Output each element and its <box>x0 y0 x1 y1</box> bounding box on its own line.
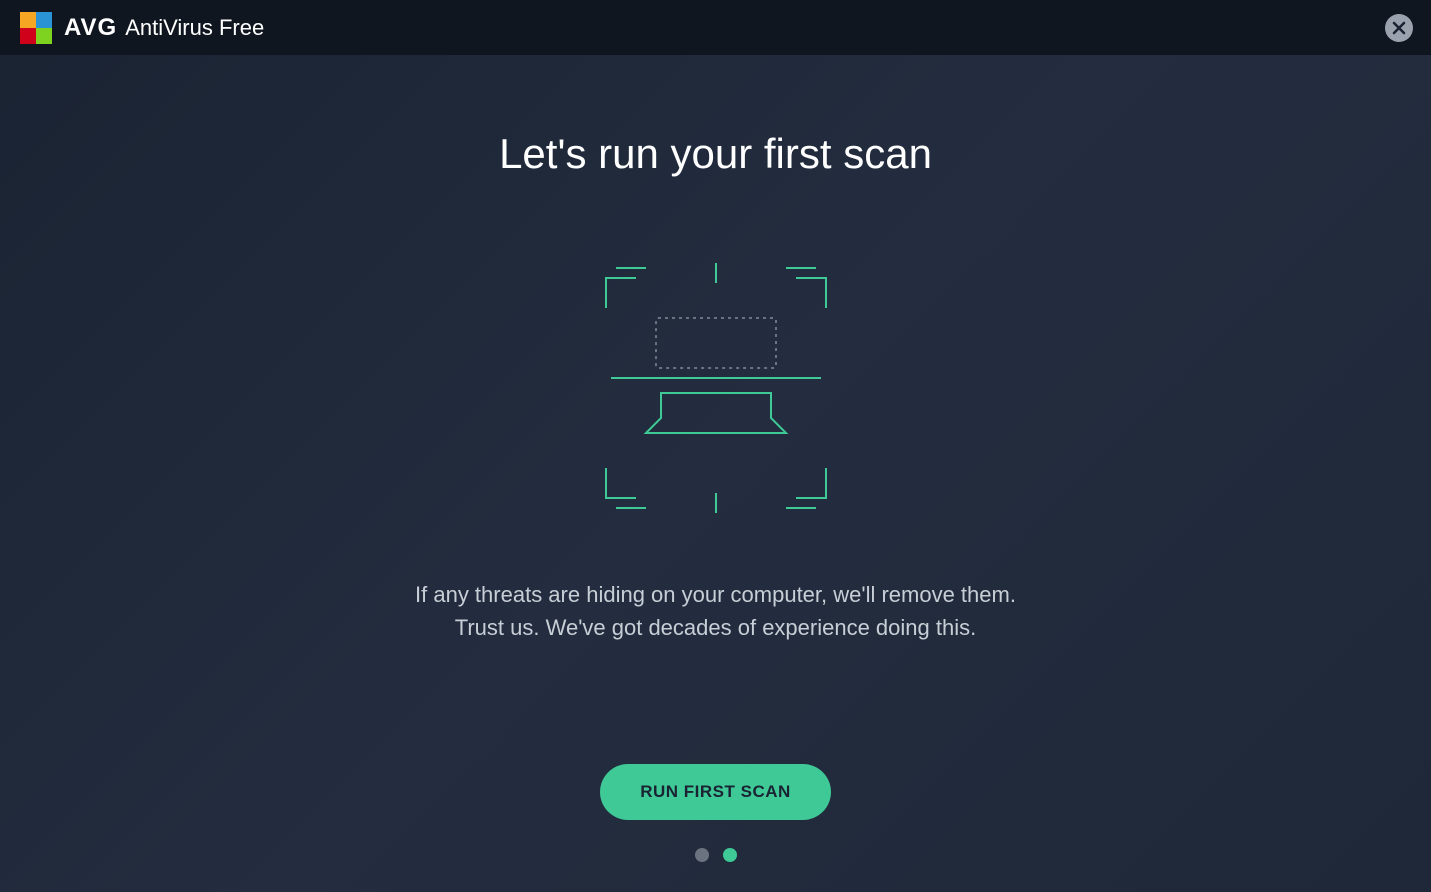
brand-name: AVG <box>64 14 117 42</box>
page-heading: Let's run your first scan <box>499 130 932 178</box>
app-logo: AVG AntiVirus Free <box>18 10 264 46</box>
app-title: AVG AntiVirus Free <box>64 14 264 42</box>
avg-shield-icon <box>18 10 54 46</box>
description-line-2: Trust us. We've got decades of experienc… <box>415 611 1016 644</box>
pagination-dots <box>695 848 737 862</box>
scanner-icon <box>586 258 846 518</box>
description-text: If any threats are hiding on your comput… <box>415 578 1016 644</box>
main-content: Let's run your first scan <box>0 55 1431 862</box>
product-name: AntiVirus Free <box>125 15 264 41</box>
close-icon <box>1392 21 1406 35</box>
pagination-dot-2[interactable] <box>723 848 737 862</box>
close-button[interactable] <box>1385 14 1413 42</box>
run-first-scan-button[interactable]: RUN FIRST SCAN <box>600 764 831 820</box>
scan-illustration <box>586 258 846 518</box>
pagination-dot-1[interactable] <box>695 848 709 862</box>
titlebar: AVG AntiVirus Free <box>0 0 1431 55</box>
description-line-1: If any threats are hiding on your comput… <box>415 578 1016 611</box>
